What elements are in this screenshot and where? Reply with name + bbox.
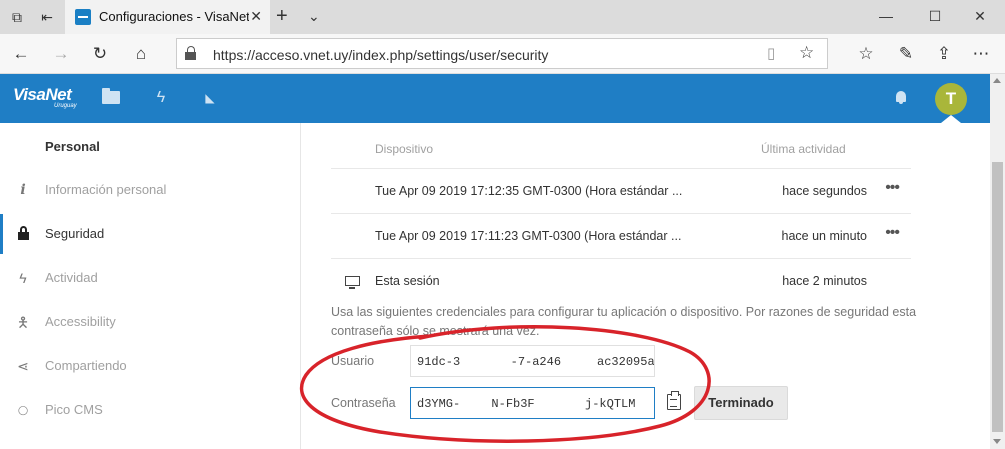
more-icon[interactable]: ••• — [885, 179, 900, 197]
visanet-favicon — [75, 9, 91, 25]
sidebar-item-label: Información personal — [45, 182, 167, 197]
sidebar-item-label: Actividad — [45, 270, 98, 285]
sidebar-item-accessibility[interactable]: 🯅 Accessibility — [0, 302, 300, 342]
username-field[interactable]: 91dc-3 -7-a246 ac32095a — [410, 345, 655, 377]
url-text[interactable]: https://acceso.vnet.uy/index.php/setting… — [213, 47, 548, 63]
session-device: Esta sesión — [375, 274, 440, 288]
sidebar-item-sharing[interactable]: ⋖ Compartiendo — [0, 346, 300, 386]
settings-sidebar: Personal i Información personal Segurida… — [0, 123, 301, 449]
app-header: VisaNet Uruguay ϟ ◣ T — [0, 74, 990, 123]
pico-cms-icon[interactable]: ◣ — [200, 88, 220, 108]
security-panel: Dispositivo Última actividad Tue Apr 09 … — [301, 123, 990, 449]
column-header-activity: Última actividad — [761, 142, 846, 156]
favorite-star-icon[interactable]: ☆ — [799, 43, 814, 63]
sidebar-item-personal-info[interactable]: i Información personal — [0, 170, 300, 210]
scroll-up-icon[interactable] — [993, 78, 1001, 83]
more-icon[interactable]: ⋯ — [970, 43, 992, 65]
share-icon: ⋖ — [17, 358, 29, 374]
notifications-icon[interactable] — [896, 91, 906, 104]
avatar[interactable]: T — [935, 83, 967, 115]
pen-icon[interactable]: ✎ — [895, 43, 917, 65]
activity-icon[interactable]: ϟ — [151, 88, 171, 108]
browser-titlebar: ⧉ ⇤ Configuraciones - VisaNet ✕ + ⌄ — ☐ … — [0, 0, 1005, 34]
new-tab-icon[interactable]: + — [276, 5, 288, 28]
sidebar-item-label: Compartiendo — [45, 358, 127, 373]
session-row: Tue Apr 09 2019 17:11:23 GMT-0300 (Hora … — [331, 213, 911, 258]
tab-list-icon[interactable]: ⌄ — [308, 8, 320, 25]
lock-icon — [18, 226, 29, 240]
copy-clipboard-icon[interactable] — [667, 391, 681, 410]
close-icon[interactable]: ✕ — [970, 6, 990, 26]
password-field[interactable]: d3YMG- N-Fb3F j-kQTLM — [410, 387, 655, 419]
accessibility-icon: 🯅 — [16, 314, 30, 330]
sidebar-item-pico-cms[interactable]: ◯ Pico CMS — [0, 390, 300, 430]
share-icon[interactable]: ⇪ — [933, 43, 955, 65]
tab-close-icon[interactable]: ✕ — [250, 8, 262, 25]
info-icon: i — [20, 182, 26, 198]
session-activity: hace segundos — [782, 184, 867, 198]
session-row-current: Esta sesión hace 2 minutos — [331, 258, 911, 303]
sidebar-item-label: Accessibility — [45, 314, 116, 329]
address-bar[interactable]: https://acceso.vnet.uy/index.php/setting… — [176, 38, 828, 69]
lock-icon[interactable] — [185, 46, 197, 60]
maximize-icon[interactable]: ☐ — [925, 6, 945, 26]
password-label: Contraseña — [331, 396, 396, 410]
tab-actions-icon[interactable]: ⧉ — [8, 8, 26, 26]
done-button[interactable]: Terminado — [694, 386, 788, 420]
files-icon[interactable] — [102, 88, 120, 104]
sidebar-item-label: Seguridad — [45, 226, 105, 241]
monitor-icon — [345, 276, 360, 289]
session-row: Tue Apr 09 2019 17:12:35 GMT-0300 (Hora … — [331, 168, 911, 213]
minimize-icon[interactable]: — — [876, 6, 896, 26]
scroll-thumb[interactable] — [992, 162, 1003, 432]
sidebar-item-security[interactable]: Seguridad — [0, 214, 300, 254]
logo-subtitle: Uruguay — [54, 103, 77, 109]
lightning-icon: ϟ — [19, 270, 27, 286]
session-device: Tue Apr 09 2019 17:12:35 GMT-0300 (Hora … — [375, 184, 683, 198]
sidebar-header: Personal — [45, 139, 100, 154]
sidebar-item-label: Pico CMS — [45, 402, 103, 417]
set-aside-tabs-icon[interactable]: ⇤ — [38, 8, 56, 26]
forward-icon[interactable]: → — [50, 43, 72, 65]
menu-caret — [941, 115, 961, 123]
back-icon[interactable]: ← — [10, 43, 32, 65]
pico-cms-icon: ◯ — [17, 405, 29, 415]
session-activity: hace 2 minutos — [782, 274, 867, 288]
session-activity: hace un minuto — [781, 229, 867, 243]
column-header-device: Dispositivo — [375, 142, 434, 156]
refresh-icon[interactable]: ↻ — [89, 43, 111, 65]
favorites-hub-icon[interactable]: ☆ — [855, 43, 877, 65]
scroll-down-icon[interactable] — [993, 439, 1001, 444]
reading-view-icon[interactable]: ▯ — [767, 44, 775, 62]
browser-tab[interactable]: Configuraciones - VisaNet ✕ — [65, 0, 270, 34]
sidebar-item-activity[interactable]: ϟ Actividad — [0, 258, 300, 298]
tab-title: Configuraciones - VisaNet — [99, 9, 249, 24]
credentials-info: Usa las siguientes credenciales para con… — [331, 305, 917, 338]
visanet-logo[interactable]: VisaNet — [13, 85, 72, 105]
more-icon[interactable]: ••• — [885, 224, 900, 242]
session-device: Tue Apr 09 2019 17:11:23 GMT-0300 (Hora … — [375, 229, 682, 243]
browser-navbar: ← → ↻ ⌂ https://acceso.vnet.uy/index.php… — [0, 34, 1005, 74]
home-icon[interactable]: ⌂ — [130, 43, 152, 65]
scrollbar[interactable] — [990, 74, 1005, 449]
username-label: Usuario — [331, 354, 375, 368]
